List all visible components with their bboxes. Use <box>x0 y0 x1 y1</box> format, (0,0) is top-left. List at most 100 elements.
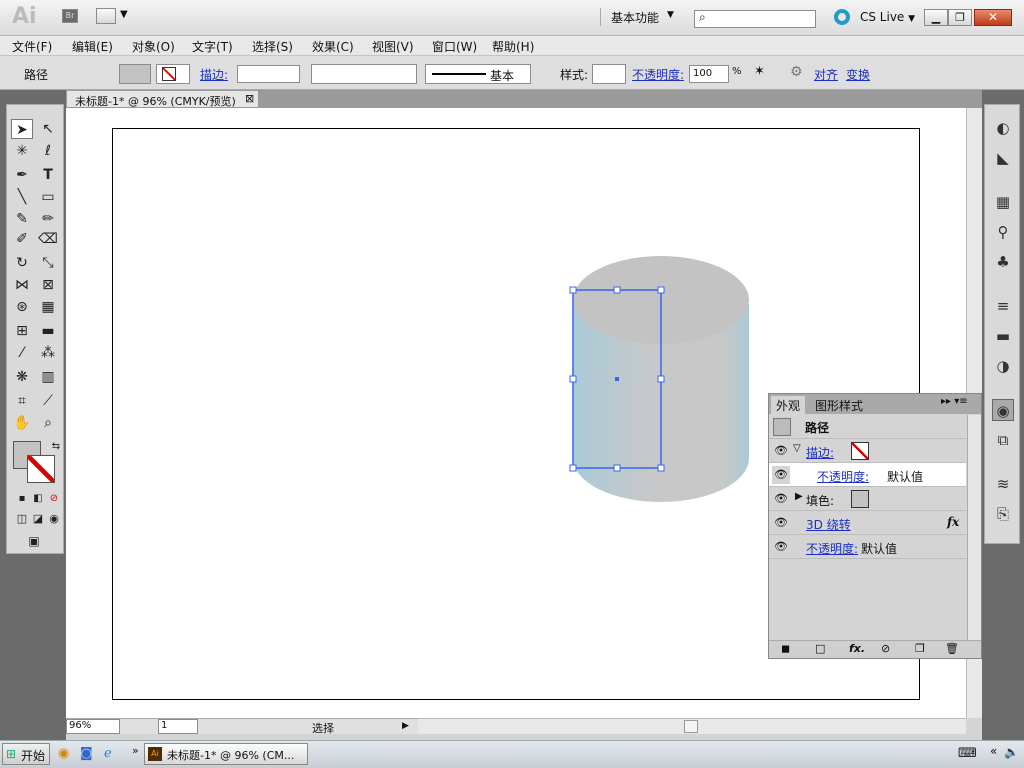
line-tool-icon[interactable]: ╲ <box>11 187 33 207</box>
keyboard-icon[interactable]: ⌨ <box>958 746 977 761</box>
brush-definition[interactable]: 基本 <box>425 64 531 84</box>
chevron-right-icon[interactable]: ▶ <box>402 721 409 731</box>
transform-link[interactable]: 变换 <box>846 66 870 83</box>
fill-swatch[interactable] <box>119 64 151 84</box>
magic-wand-tool-icon[interactable]: ✳ <box>11 141 33 161</box>
horizontal-scrollbar[interactable] <box>418 718 966 734</box>
opacity-input[interactable]: 100 <box>689 65 729 83</box>
duplicate-item-icon[interactable]: ❐ <box>915 642 925 655</box>
quicklaunch-icon[interactable]: ◙ <box>80 746 93 761</box>
object-opacity-row[interactable]: 👁 不透明度: 默认值 <box>769 535 966 559</box>
search-input[interactable]: ⌕ <box>694 10 816 28</box>
stroke-label[interactable]: 描边: <box>200 66 228 83</box>
lasso-tool-icon[interactable]: ℓ <box>37 141 59 161</box>
restore-button[interactable]: ❐ <box>948 9 972 26</box>
transparency-panel-icon[interactable]: ◑ <box>992 355 1014 377</box>
selection-tool-icon[interactable]: ➤ <box>11 119 33 139</box>
zoom-tool-icon[interactable]: ⌕ <box>37 413 59 433</box>
add-effect-icon[interactable]: fx. <box>849 642 865 655</box>
scroll-thumb[interactable] <box>684 720 698 733</box>
appearance-panel-icon[interactable]: ◉ <box>992 399 1014 421</box>
color-guide-icon[interactable]: ◣ <box>992 147 1014 169</box>
cs-live-menu[interactable]: CS Live ▼ <box>860 10 915 24</box>
close-icon[interactable]: ⊠ <box>245 92 254 105</box>
tray-chevron-icon[interactable]: « <box>990 744 997 758</box>
start-button[interactable]: ⊞ 开始 <box>2 743 50 765</box>
graphic-style-swatch[interactable] <box>592 64 626 84</box>
stroke-swatch[interactable] <box>156 64 190 84</box>
draw-inside-icon[interactable]: ◉ <box>43 509 65 529</box>
cylinder-artwork[interactable] <box>560 248 760 512</box>
effect-row[interactable]: 👁 3D 绕转 fx <box>769 511 966 535</box>
layers-panel-icon[interactable]: ≋ <box>992 473 1014 495</box>
panel-scrollbar[interactable] <box>967 415 981 641</box>
document-tab[interactable]: 未标题-1* @ 96% (CMYK/预览) ⊠ <box>66 90 259 108</box>
perspective-grid-tool-icon[interactable]: ▦ <box>37 297 59 317</box>
menu-type[interactable]: 文字(T) <box>192 38 233 55</box>
visibility-eye-icon[interactable]: 👁 <box>772 466 790 484</box>
tab-appearance[interactable]: 外观 <box>771 396 806 414</box>
menu-view[interactable]: 视图(V) <box>372 38 414 55</box>
paintbrush-tool-icon[interactable]: ✎ <box>11 209 33 229</box>
clear-appearance-icon[interactable]: ⊘ <box>881 642 890 655</box>
stroke-panel-icon[interactable]: ≡ <box>992 295 1014 317</box>
hand-tool-icon[interactable]: ✋ <box>11 413 33 433</box>
chevron-right-icon[interactable]: » <box>132 744 139 757</box>
align-link[interactable]: 对齐 <box>814 66 838 83</box>
speaker-icon[interactable]: 🔈 <box>1004 745 1019 759</box>
slice-tool-icon[interactable]: ⟋ <box>37 391 59 411</box>
effect-3d-revolve-link[interactable]: 3D 绕转 <box>806 516 851 533</box>
pencil-tool-icon[interactable]: ✏ <box>37 209 59 229</box>
pen-tool-icon[interactable]: ✒ <box>11 165 33 185</box>
menu-select[interactable]: 选择(S) <box>252 38 293 55</box>
close-button[interactable]: ✕ <box>974 9 1012 26</box>
stroke-none-swatch[interactable] <box>851 442 869 460</box>
zoom-field[interactable]: 96% <box>66 719 120 734</box>
symbols-panel-icon[interactable]: ♣ <box>992 251 1014 273</box>
visibility-eye-icon[interactable]: 👁 <box>772 490 790 508</box>
minimize-button[interactable]: ▁ <box>924 9 948 26</box>
bridge-button[interactable]: Br <box>62 9 78 23</box>
blend-tool-icon[interactable]: ⁂ <box>37 343 59 363</box>
direct-selection-tool-icon[interactable]: ↖ <box>37 119 59 139</box>
rotate-tool-icon[interactable]: ↻ <box>11 253 33 273</box>
stroke-weight-input[interactable] <box>237 65 300 83</box>
rectangle-tool-icon[interactable]: ▭ <box>37 187 59 207</box>
disclosure-closed-icon[interactable]: ▶ <box>795 491 803 502</box>
brushes-panel-icon[interactable]: ⚲ <box>992 221 1014 243</box>
variable-width-profile[interactable] <box>311 64 417 84</box>
menu-window[interactable]: 窗口(W) <box>432 38 477 55</box>
menu-help[interactable]: 帮助(H) <box>492 38 534 55</box>
eraser-tool-icon[interactable]: ⌫ <box>37 229 59 249</box>
width-tool-icon[interactable]: ⋈ <box>11 275 33 295</box>
shape-builder-tool-icon[interactable]: ⊛ <box>11 297 33 317</box>
arrange-documents-button[interactable] <box>96 8 116 24</box>
recolor-icon[interactable]: ✶ <box>754 64 765 79</box>
ie-icon[interactable]: ℯ <box>104 746 112 761</box>
visibility-eye-icon[interactable]: 👁 <box>772 538 790 556</box>
fill-attribute-label[interactable]: 填色: <box>806 492 834 509</box>
mesh-tool-icon[interactable]: ⊞ <box>11 321 33 341</box>
type-tool-icon[interactable]: T <box>37 165 59 185</box>
none-mode-icon[interactable]: ⊘ <box>43 489 65 509</box>
workspace-switcher[interactable]: 基本功能 ▼ <box>600 8 686 26</box>
menu-effect[interactable]: 效果(C) <box>312 38 354 55</box>
color-panel-icon[interactable]: ◐ <box>992 117 1014 139</box>
stroke-opacity-label[interactable]: 不透明度: <box>817 468 869 485</box>
trash-icon[interactable]: 🗑 <box>945 642 959 655</box>
stroke-opacity-row[interactable]: 👁 不透明度: 默认值 <box>769 463 966 487</box>
gradient-panel-icon[interactable]: ▬ <box>992 325 1014 347</box>
gradient-tool-icon[interactable]: ▬ <box>37 321 59 341</box>
blob-brush-tool-icon[interactable]: ✐ <box>11 229 33 249</box>
swap-colors-icon[interactable]: ⇆ <box>45 437 67 457</box>
page-field[interactable]: 1 <box>158 719 198 734</box>
symbol-sprayer-tool-icon[interactable]: ❋ <box>11 367 33 387</box>
menu-object[interactable]: 对象(O) <box>132 38 175 55</box>
cs-live-icon[interactable] <box>834 9 850 25</box>
object-opacity-label[interactable]: 不透明度: <box>806 540 858 557</box>
artboard-tool-icon[interactable]: ⌗ <box>11 391 33 411</box>
menu-edit[interactable]: 编辑(E) <box>72 38 113 55</box>
stroke-row[interactable]: 👁 ▽ 描边: <box>769 439 966 463</box>
artboards-panel-icon[interactable]: ⎘ <box>992 503 1014 525</box>
stroke-color-box[interactable] <box>27 455 55 483</box>
